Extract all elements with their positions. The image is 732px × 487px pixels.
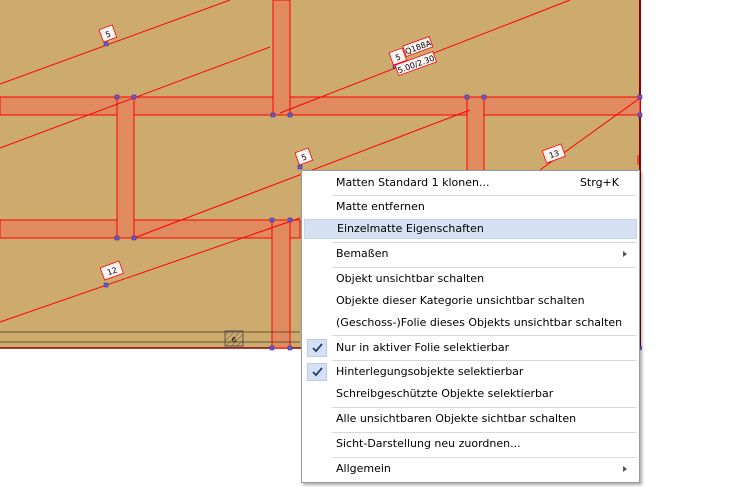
menu-item-label: Matten Standard 1 klonen... xyxy=(336,176,490,189)
menu-item-reassign-view[interactable]: Sicht-Darstellung neu zuordnen... xyxy=(304,434,637,454)
menu-item-shortcut: Strg+K xyxy=(579,176,619,189)
menu-item-label: Objekt unsichtbar schalten xyxy=(336,272,485,285)
vertical-strip-2[interactable] xyxy=(272,0,291,116)
menu-separator xyxy=(332,432,637,433)
menu-item-label: Objekte dieser Kategorie unsichtbar scha… xyxy=(336,294,585,307)
menu-item-label: Einzelmatte Eigenschaften xyxy=(337,222,484,235)
menu-item-show-all-hidden[interactable]: Alle unsichtbaren Objekte sichtbar schal… xyxy=(304,409,637,429)
menu-item-background-selectable[interactable]: Hinterlegungsobjekte selektierbar xyxy=(304,362,637,382)
menu-separator xyxy=(332,407,637,408)
menu-item-general[interactable]: Allgemein xyxy=(304,459,637,479)
menu-separator xyxy=(332,457,637,458)
hatched-label-6[interactable]: 6 xyxy=(224,330,244,347)
checkmark-icon xyxy=(307,339,327,357)
menu-item-dimension[interactable]: Bemaßen xyxy=(304,244,637,264)
menu-item-label: Sicht-Darstellung neu zuordnen... xyxy=(336,437,521,450)
menu-separator xyxy=(332,195,637,196)
submenu-arrow-icon xyxy=(623,251,627,257)
menu-item-label: Allgemein xyxy=(336,462,391,475)
vertical-strip-4[interactable] xyxy=(271,219,291,349)
checkmark-icon xyxy=(307,363,327,381)
menu-separator xyxy=(332,335,637,336)
horizontal-strip-bottom[interactable] xyxy=(0,219,301,239)
menu-item-clone-mats[interactable]: Matten Standard 1 klonen... Strg+K xyxy=(304,173,637,193)
menu-item-hide-object[interactable]: Objekt unsichtbar schalten xyxy=(304,269,637,289)
context-menu: Matten Standard 1 klonen... Strg+K Matte… xyxy=(301,170,640,483)
vertical-strip-3[interactable] xyxy=(466,96,485,173)
menu-item-hide-layer[interactable]: (Geschoss-)Folie dieses Objekts unsichtb… xyxy=(304,313,637,333)
menu-separator xyxy=(332,242,637,243)
menu-item-readonly-selectable[interactable]: Schreibgeschützte Objekte selektierbar xyxy=(304,384,637,404)
menu-item-label: Hinterlegungsobjekte selektierbar xyxy=(336,365,524,378)
menu-item-label: (Geschoss-)Folie dieses Objekts unsichtb… xyxy=(336,316,623,329)
svg-text:6: 6 xyxy=(232,336,237,344)
menu-item-active-layer-only[interactable]: Nur in aktiver Folie selektierbar xyxy=(304,338,637,358)
menu-item-mat-properties[interactable]: Einzelmatte Eigenschaften xyxy=(304,219,637,239)
menu-item-remove-mat[interactable]: Matte entfernen xyxy=(304,197,637,217)
submenu-arrow-icon xyxy=(623,466,627,472)
menu-item-label: Schreibgeschützte Objekte selektierbar xyxy=(336,387,554,400)
menu-item-label: Nur in aktiver Folie selektierbar xyxy=(336,341,510,354)
menu-item-label: Bemaßen xyxy=(336,247,389,260)
vertical-strip-1[interactable] xyxy=(116,96,135,239)
menu-item-hide-category[interactable]: Objekte dieser Kategorie unsichtbar scha… xyxy=(304,291,637,311)
menu-separator xyxy=(332,360,637,361)
menu-item-label: Matte entfernen xyxy=(336,200,425,213)
menu-item-label: Alle unsichtbaren Objekte sichtbar schal… xyxy=(336,412,577,425)
menu-separator xyxy=(332,267,637,268)
